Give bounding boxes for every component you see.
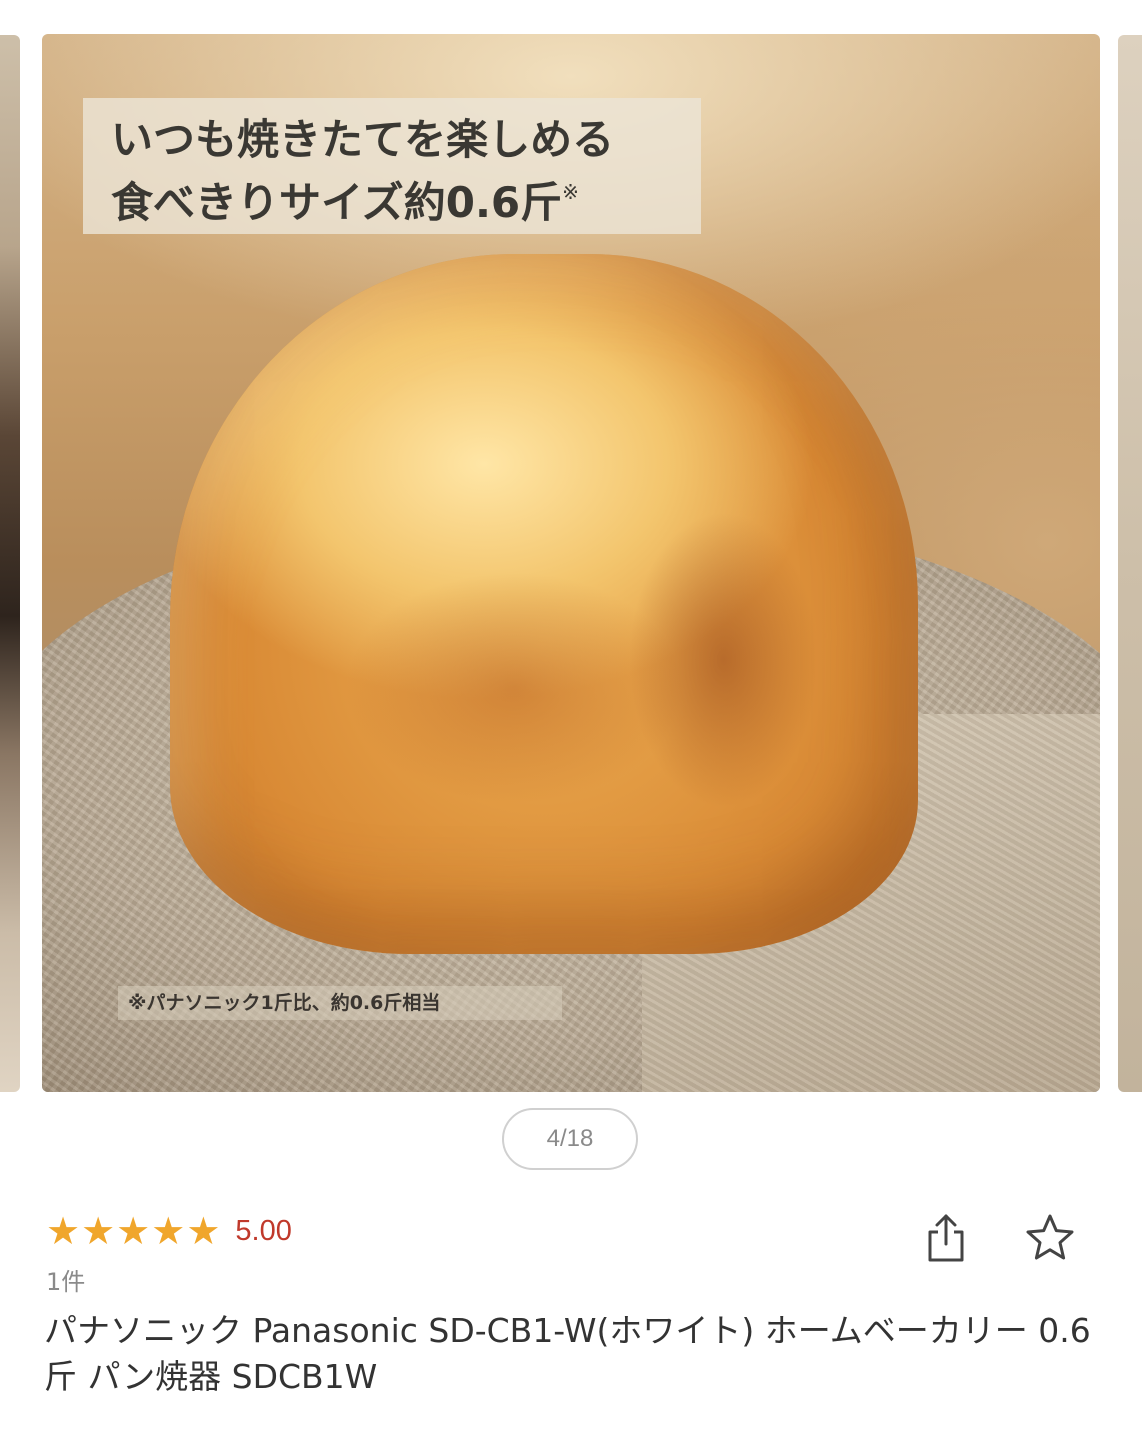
product-image[interactable]: いつも焼きたてを楽しめる 食べきりサイズ約0.6斤※ ※パナソニック1斤比、約0…: [42, 34, 1100, 1092]
image-caption: いつも焼きたてを楽しめる 食べきりサイズ約0.6斤※: [83, 98, 701, 234]
favorite-button[interactable]: [1020, 1208, 1080, 1268]
rating-value: 5.00: [235, 1214, 292, 1247]
review-count[interactable]: 1件: [46, 1262, 85, 1297]
star-icon: ★: [151, 1209, 186, 1253]
star-icon: ★: [116, 1209, 151, 1253]
caption-line-1: いつも焼きたてを楽しめる: [111, 115, 615, 164]
star-icon: ★: [46, 1209, 81, 1253]
caption-line-2: 食べきりサイズ約0.6斤※: [111, 166, 701, 229]
slide-counter: 4/18: [502, 1108, 638, 1170]
next-slide-peek[interactable]: [1118, 35, 1142, 1092]
image-footnote: ※パナソニック1斤比、約0.6斤相当: [118, 986, 562, 1020]
previous-slide-peek[interactable]: [0, 35, 20, 1092]
bread-loaf: [170, 254, 918, 954]
product-title: パナソニック Panasonic SD-CB1-W(ホワイト) ホームベーカリー…: [44, 1311, 1091, 1396]
share-icon: [928, 1214, 964, 1262]
star-icon: ★: [186, 1209, 221, 1253]
star-icon: ★: [81, 1209, 116, 1253]
share-button[interactable]: [916, 1208, 976, 1268]
rating-row[interactable]: ★ ★ ★ ★ ★ 5.00: [46, 1208, 292, 1254]
caption-footnote-mark: ※: [562, 180, 579, 204]
image-carousel[interactable]: いつも焼きたてを楽しめる 食べきりサイズ約0.6斤※ ※パナソニック1斤比、約0…: [0, 0, 1142, 1100]
star-outline-icon: [1026, 1214, 1074, 1260]
caption-line-2-text: 食べきりサイズ約0.6斤: [111, 178, 563, 227]
